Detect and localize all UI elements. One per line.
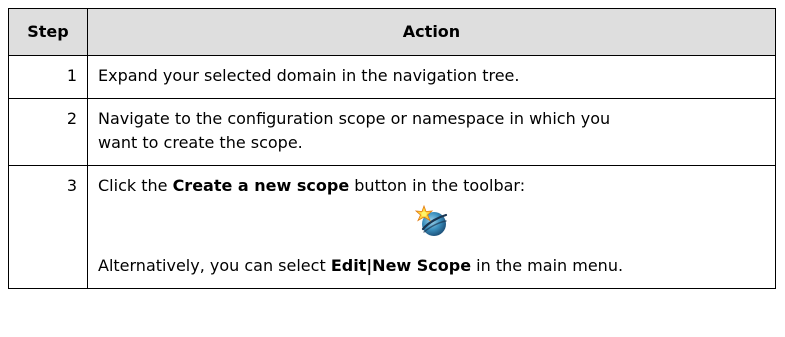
new-scope-icon: [414, 205, 449, 239]
header-step: Step: [8, 8, 88, 56]
step-action-alt-text: Alternatively, you can select Edit|New S…: [98, 254, 765, 278]
toolbar-button-name: Create a new scope: [172, 176, 350, 195]
table-row: 1 Expand your selected domain in the nav…: [8, 55, 776, 99]
step-action: Click the Create a new scope button in t…: [87, 165, 776, 289]
step-number: 3: [8, 165, 88, 289]
step-action-line-2: want to create the scope.: [98, 133, 303, 152]
icon-container: [98, 204, 765, 240]
header-action: Action: [87, 8, 776, 56]
table-row: 2 Navigate to the configuration scope or…: [8, 98, 776, 166]
step-action-line-1: Navigate to the configuration scope or n…: [98, 109, 611, 128]
table-row: 3 Click the Create a new scope button in…: [8, 165, 776, 289]
step-action-text: Navigate to the configuration scope or n…: [98, 107, 765, 155]
step-action-text: Expand your selected domain in the navig…: [98, 66, 520, 85]
step-number: 1: [8, 55, 88, 99]
step-action-text-pre: Click the: [98, 176, 173, 195]
step-action: Expand your selected domain in the navig…: [87, 55, 776, 99]
step-action: Navigate to the configuration scope or n…: [87, 98, 776, 166]
steps-table: Step Action 1 Expand your selected domai…: [8, 8, 776, 289]
step-action-text-post: button in the toolbar:: [349, 176, 526, 195]
menu-path: Edit|New Scope: [330, 256, 472, 275]
step-number: 2: [8, 98, 88, 166]
alt-text-post: in the main menu.: [471, 256, 624, 275]
alt-text-pre: Alternatively, you can select: [98, 256, 331, 275]
step-action-text: Click the Create a new scope button in t…: [98, 174, 765, 198]
header-row: Step Action: [8, 8, 776, 56]
